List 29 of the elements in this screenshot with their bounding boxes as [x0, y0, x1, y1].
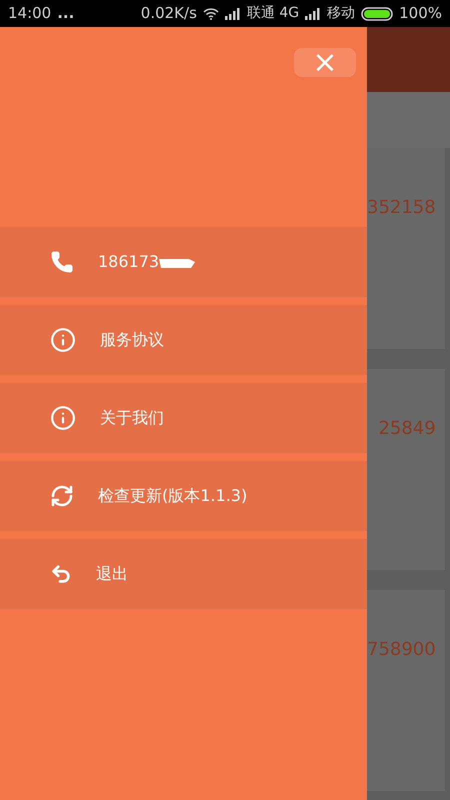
phone-icon: [50, 250, 74, 274]
phone-number-text: 758900: [367, 638, 436, 662]
more-text: ...: [57, 3, 74, 24]
menu-label: 186173: [98, 251, 160, 273]
info-icon: [50, 405, 76, 431]
wifi-icon: [202, 8, 219, 20]
menu-item[interactable]: 186173: [0, 227, 367, 297]
carrier-text: 联通 4G: [246, 4, 300, 23]
close-button[interactable]: ×: [294, 48, 356, 77]
phone-number-text: 25849: [378, 417, 436, 441]
menu-item[interactable]: 服务协议: [0, 305, 367, 375]
menu-item[interactable]: 检查更新(版本1.1.3): [0, 461, 367, 531]
menu-label: 关于我们: [100, 407, 164, 429]
clock-text: 14:00: [8, 3, 52, 24]
menu-label: 退出: [96, 563, 128, 585]
signal-icon: [305, 8, 322, 20]
menu-label: 服务协议: [100, 329, 164, 351]
signal-icon: [224, 8, 241, 20]
phone-number-text: 352158: [367, 196, 436, 220]
refresh-icon: [50, 484, 74, 508]
back-arrow-icon: [50, 563, 72, 585]
battery-icon: [361, 6, 394, 20]
info-icon: [50, 327, 76, 353]
menu-item[interactable]: 退出: [0, 539, 367, 609]
network-speed-text: 0.02K/s: [140, 3, 197, 24]
menu-label: 检查更新(版本1.1.3): [98, 485, 248, 507]
menu-item[interactable]: 关于我们: [0, 383, 367, 453]
carrier-text: 移动: [327, 4, 356, 23]
battery-text: 100%: [399, 3, 442, 24]
